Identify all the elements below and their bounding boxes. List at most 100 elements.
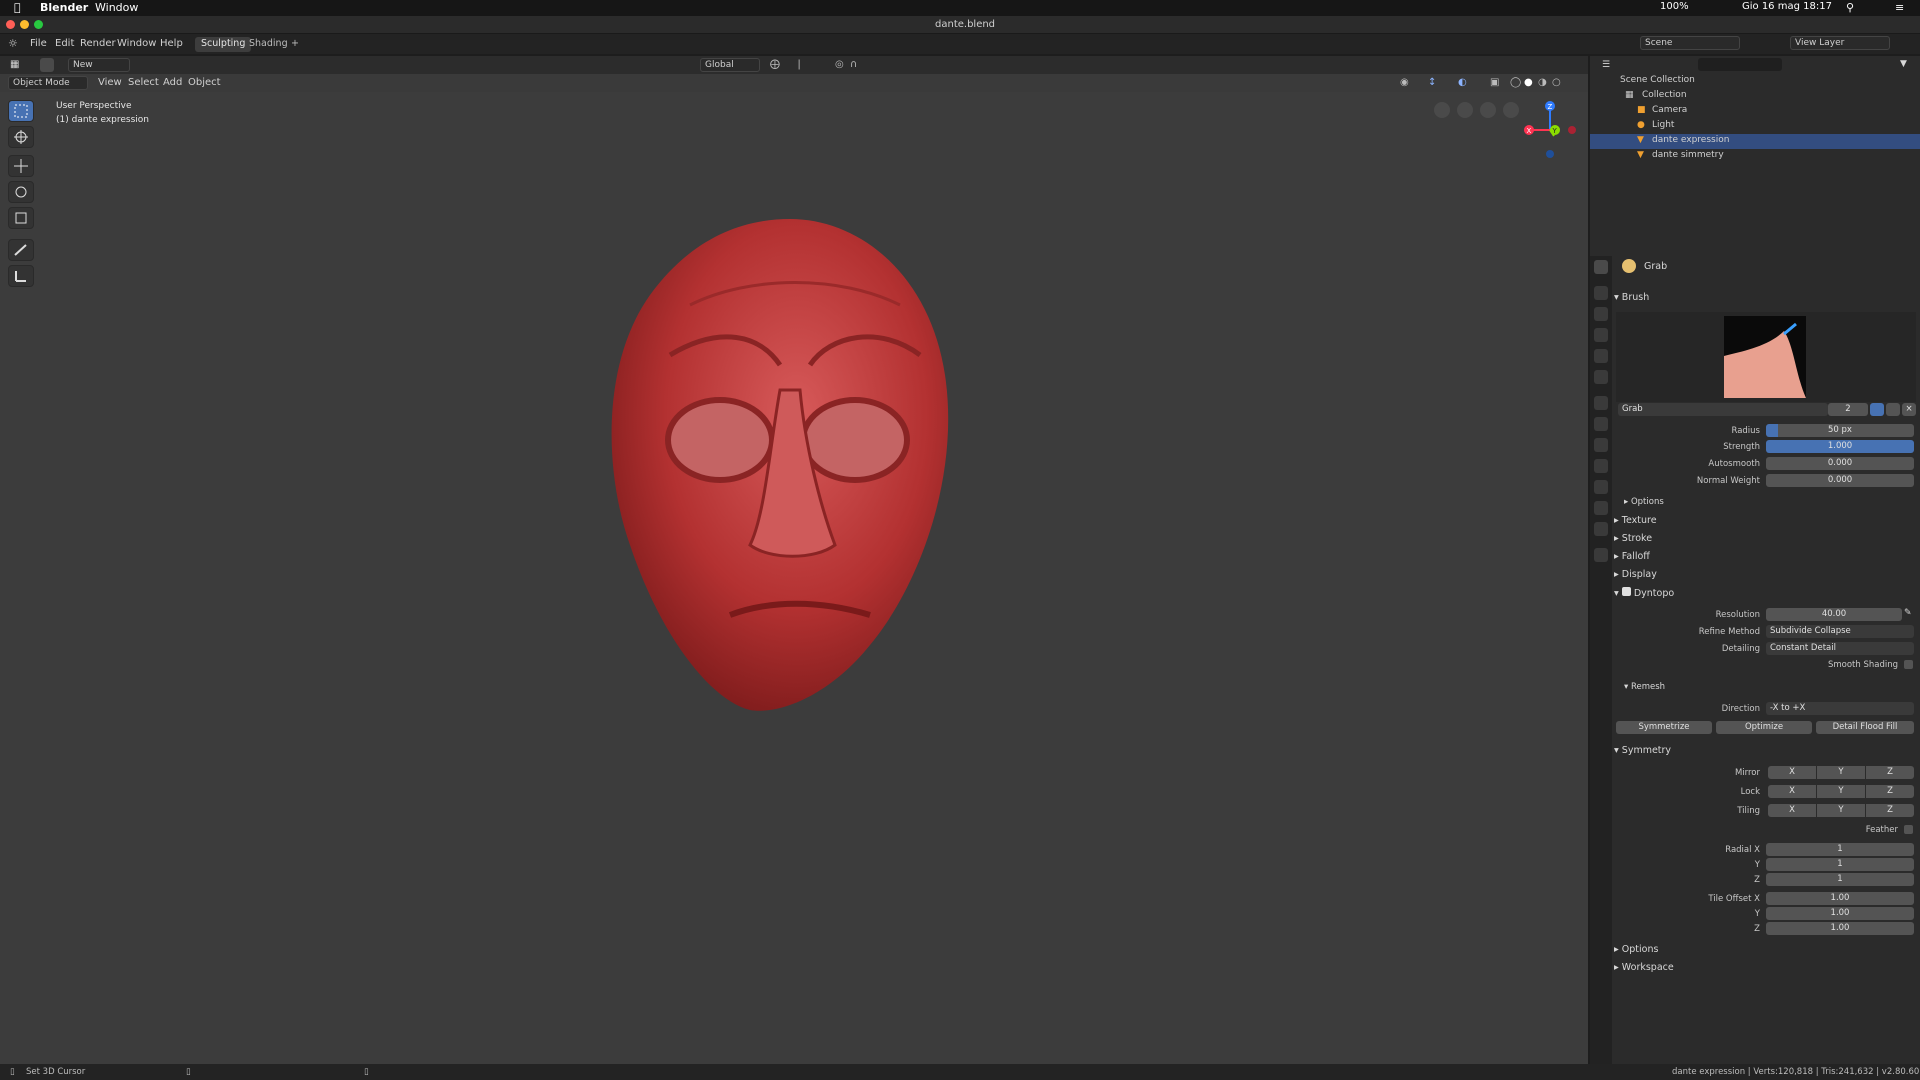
menu-add[interactable]: Add: [163, 77, 182, 88]
mirror-y-toggle[interactable]: Y: [1817, 766, 1865, 779]
outliner-row-camera[interactable]: ■ Camera: [1590, 104, 1920, 119]
material-tab-icon[interactable]: [1594, 522, 1608, 536]
object-tab-icon[interactable]: [1594, 396, 1608, 410]
add-workspace-button[interactable]: +: [285, 37, 305, 52]
remesh-subpanel[interactable]: ▾ Remesh: [1624, 682, 1665, 692]
menu-help[interactable]: Help: [160, 38, 183, 49]
outliner-row-dante-simmetry[interactable]: ▼ dante simmetry: [1590, 149, 1920, 164]
gizmo-neg-z-axis[interactable]: [1546, 150, 1554, 158]
falloff-section-header[interactable]: ▸ Falloff: [1614, 551, 1650, 562]
dyntopo-checkbox[interactable]: [1621, 587, 1631, 596]
tool-move[interactable]: [8, 155, 34, 177]
radius-field[interactable]: 50 px: [1766, 424, 1914, 437]
tile-offset-z-field[interactable]: 1.00: [1766, 922, 1914, 935]
editor-type-icon[interactable]: ▦: [10, 59, 19, 70]
radial-z-field[interactable]: 1: [1766, 873, 1914, 886]
mode-selector[interactable]: Object Mode: [8, 76, 88, 90]
active-tool-icon[interactable]: [40, 58, 54, 72]
rendered-shading-icon[interactable]: ○: [1552, 77, 1561, 88]
outliner-row-collection[interactable]: ▦ Collection: [1590, 89, 1920, 104]
data-tab-icon[interactable]: [1594, 501, 1608, 515]
datetime[interactable]: Gio 16 mag 18:17: [1742, 1, 1832, 12]
toggle-camera-icon[interactable]: [1434, 102, 1450, 118]
brush-thumbnail[interactable]: [1724, 316, 1806, 398]
tile-offset-y-field[interactable]: 1.00: [1766, 907, 1914, 920]
texture-section-header[interactable]: ▸ Texture: [1614, 515, 1657, 526]
tool-select-box[interactable]: [8, 100, 34, 122]
refine-method-select[interactable]: Subdivide Collapse: [1766, 625, 1914, 638]
window-menu[interactable]: Window: [95, 1, 138, 14]
tool-cursor[interactable]: [8, 126, 34, 148]
menu-select[interactable]: Select: [128, 77, 159, 88]
radial-y-field[interactable]: 1: [1766, 858, 1914, 871]
lock-y-toggle[interactable]: Y: [1817, 785, 1865, 798]
wireframe-shading-icon[interactable]: ◯: [1510, 77, 1521, 88]
sculpted-head-model[interactable]: [600, 215, 960, 725]
render-tab-icon[interactable]: [1594, 286, 1608, 300]
app-menu[interactable]: Blender: [40, 1, 88, 14]
feather-checkbox[interactable]: [1904, 825, 1913, 834]
dyntopo-section-header[interactable]: ▾ Dyntopo: [1614, 587, 1674, 599]
camera-view-icon[interactable]: [1457, 102, 1473, 118]
outliner-search-input[interactable]: [1698, 58, 1782, 71]
menu-object[interactable]: Object: [188, 77, 221, 88]
brush-fake-user-icon[interactable]: [1870, 403, 1884, 416]
gizmo-toggle-icon[interactable]: ↕: [1428, 77, 1436, 88]
filter-icon[interactable]: ▼: [1900, 59, 1907, 69]
symmetrize-button[interactable]: Symmetrize: [1616, 721, 1712, 734]
eyedropper-icon[interactable]: ✎: [1904, 608, 1912, 618]
orientation-gizmo[interactable]: Z X Y: [1512, 96, 1582, 166]
tool-tab-icon[interactable]: [1594, 260, 1608, 274]
constraints-tab-icon[interactable]: [1594, 480, 1608, 494]
detailing-select[interactable]: Constant Detail: [1766, 642, 1914, 655]
snap-icon[interactable]: ❘: [795, 59, 803, 70]
brush-name-field[interactable]: Grab: [1618, 403, 1828, 416]
tool-rotate[interactable]: [8, 181, 34, 203]
tool-scale[interactable]: [8, 207, 34, 229]
menu-edit[interactable]: Edit: [55, 38, 74, 49]
scene-tab-icon[interactable]: [1594, 349, 1608, 363]
radial-x-field[interactable]: 1: [1766, 843, 1914, 856]
zoom-window-button[interactable]: [34, 20, 43, 29]
tool-annotate[interactable]: [8, 239, 34, 261]
material-shading-icon[interactable]: ◑: [1538, 77, 1547, 88]
menu-render[interactable]: Render: [80, 38, 116, 49]
brush-duplicate-icon[interactable]: [1886, 403, 1900, 416]
xray-icon[interactable]: ▣: [1490, 77, 1499, 88]
modifier-tab-icon[interactable]: [1594, 417, 1608, 431]
smooth-shading-checkbox[interactable]: [1904, 660, 1913, 669]
solid-shading-icon[interactable]: ●: [1524, 77, 1533, 88]
tiling-y-toggle[interactable]: Y: [1817, 804, 1865, 817]
outliner-row-scene-collection[interactable]: Scene Collection: [1590, 74, 1920, 89]
particles-tab-icon[interactable]: [1594, 438, 1608, 452]
overlay-toggle-icon[interactable]: ◐: [1458, 77, 1467, 88]
apple-icon[interactable]: : [14, 1, 21, 14]
lock-x-toggle[interactable]: X: [1768, 785, 1816, 798]
brush-users-count[interactable]: 2: [1828, 403, 1868, 416]
normal-weight-field[interactable]: 0.000: [1766, 474, 1914, 487]
menu-view[interactable]: View: [98, 77, 122, 88]
resolution-field[interactable]: 40.00: [1766, 608, 1902, 621]
outliner-row-light[interactable]: ● Light: [1590, 119, 1920, 134]
battery-text[interactable]: 100%: [1660, 1, 1689, 12]
gizmo-neg-y-axis[interactable]: [1568, 126, 1576, 134]
display-section-header[interactable]: ▸ Display: [1614, 569, 1657, 580]
pan-hand-icon[interactable]: [1480, 102, 1496, 118]
optimize-button[interactable]: Optimize: [1716, 721, 1812, 734]
blender-logo-icon[interactable]: ☼: [8, 37, 18, 50]
outliner-editor-icon[interactable]: ☰: [1602, 60, 1610, 70]
brush-options-subpanel[interactable]: ▸ Options: [1624, 497, 1664, 507]
menu-window[interactable]: Window: [117, 38, 156, 49]
minimize-window-button[interactable]: [20, 20, 29, 29]
view-layer-tab-icon[interactable]: [1594, 328, 1608, 342]
brush-selector[interactable]: New: [68, 58, 130, 72]
pivot-icon[interactable]: ⨁: [770, 59, 780, 70]
proportional-edit-icon[interactable]: ◎: [835, 59, 844, 70]
workspace-section-header[interactable]: ▸ Workspace: [1614, 962, 1674, 973]
lock-z-toggle[interactable]: Z: [1866, 785, 1914, 798]
output-tab-icon[interactable]: [1594, 307, 1608, 321]
view-layer-selector[interactable]: View Layer: [1790, 36, 1890, 50]
brush-unlink-icon[interactable]: ×: [1902, 403, 1916, 416]
menu-list-icon[interactable]: ≡: [1895, 1, 1904, 14]
outliner-row-dante-expression[interactable]: ▼ dante expression: [1590, 134, 1920, 149]
